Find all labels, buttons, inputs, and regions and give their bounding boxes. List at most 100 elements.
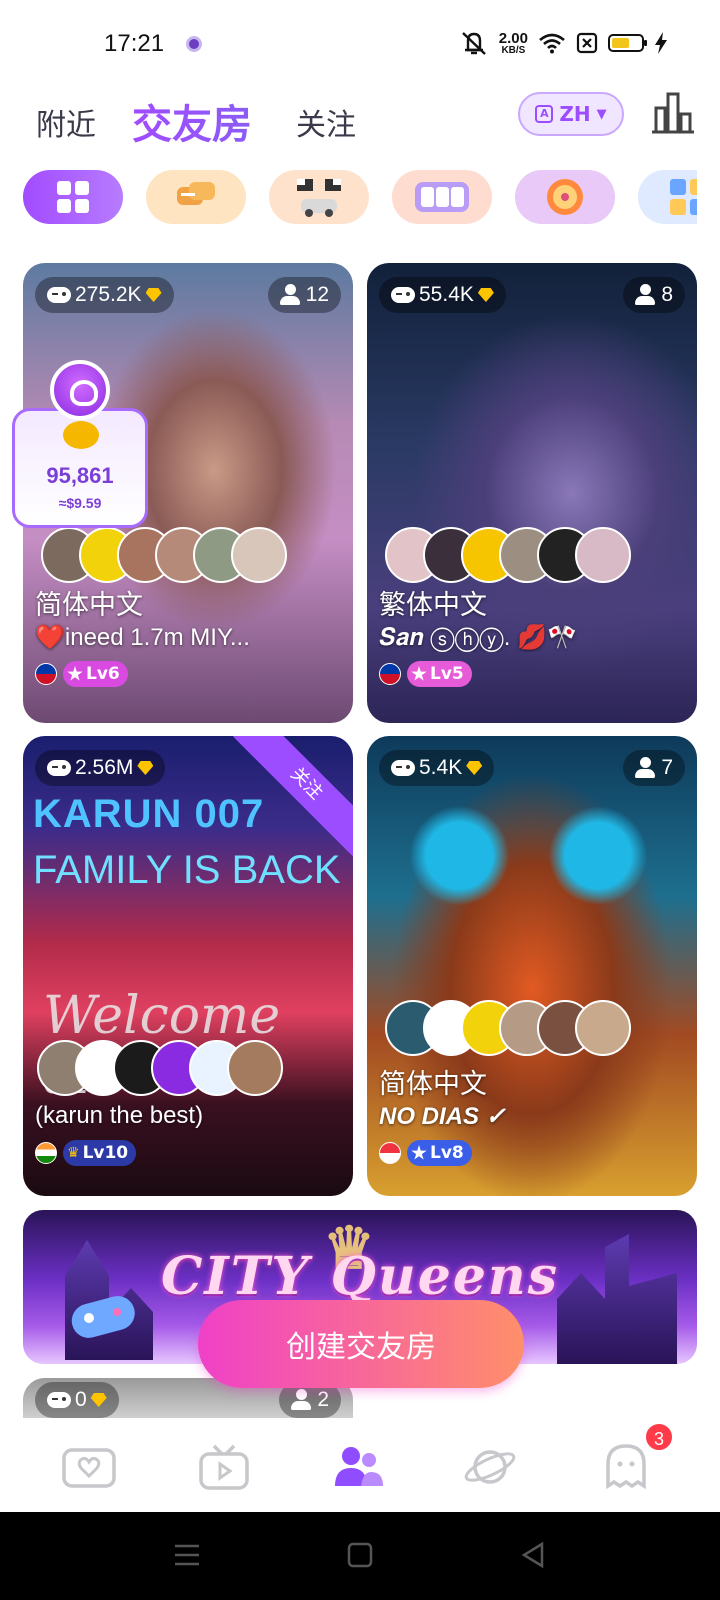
wheel-icon: [547, 179, 583, 215]
level-badge: ♛ Lv10: [63, 1140, 137, 1166]
gamepad-icon: [47, 287, 71, 303]
bottom-nav: [0, 1420, 720, 1512]
room-members: 2: [317, 1388, 329, 1411]
room-score: 2.56M: [75, 756, 134, 779]
room-score: 275.2K: [75, 283, 142, 306]
charging-icon: [655, 32, 667, 54]
avatar: [575, 527, 631, 583]
room-avatars: [37, 1040, 283, 1096]
diamond-icon: [90, 1393, 107, 1407]
room-members-pill: 8: [623, 277, 685, 313]
room-score: 0: [75, 1388, 87, 1411]
gift-widget[interactable]: 95,861 ≈$9.59: [12, 360, 148, 536]
create-room-button[interactable]: 创建交友房: [198, 1300, 524, 1388]
india-flag-icon: [35, 1142, 57, 1164]
diamond-icon: [137, 761, 154, 775]
status-time: 17:21: [104, 30, 165, 57]
back-icon[interactable]: [518, 1540, 548, 1570]
room-title: 𝑺𝒂𝒏 ⓢⓗⓨ. 💋🎌: [379, 624, 577, 651]
room-card[interactable]: KARUN 007 FAMILY IS BACK Welcome all 2.5…: [23, 736, 353, 1196]
no-sim-icon: [576, 32, 598, 54]
mascot-icon: [50, 360, 110, 420]
recents-icon[interactable]: [172, 1540, 202, 1570]
avatar: [231, 527, 287, 583]
users-icon: [291, 1389, 313, 1411]
tab-nearby[interactable]: 附近: [36, 100, 96, 144]
room-members-pill: 12: [267, 277, 341, 313]
category-all[interactable]: [23, 170, 123, 224]
level-label: Lv8: [430, 1143, 464, 1163]
room-title: ❤️ineed 1.7m MIY...: [35, 624, 250, 651]
crown-icon: ♛: [67, 1145, 80, 1161]
slot-icon: [415, 182, 469, 212]
wifi-icon: [539, 33, 565, 54]
avatar: [575, 1000, 631, 1056]
language-button[interactable]: A ZH ▼: [518, 92, 624, 136]
users-icon: [279, 284, 302, 306]
room-score-pill: 275.2K: [35, 277, 174, 313]
diamond-icon: [466, 761, 483, 775]
tab-party-rooms[interactable]: 交友房: [132, 92, 252, 150]
room-card[interactable]: 55.4K 8 繁体中文 𝑺𝒂𝒏 ⓢⓗⓨ. 💋🎌 Lv5: [367, 263, 697, 723]
gamepad-icon: [391, 287, 415, 303]
racing-icon: [297, 179, 341, 217]
avatar: [227, 1040, 283, 1096]
status-bar: 17:21 2.00 KB/S: [0, 0, 720, 88]
messages-icon[interactable]: [598, 1442, 654, 1492]
battery-fill: [612, 38, 629, 48]
room-members: 12: [305, 283, 329, 306]
network-speed-unit: KB/S: [501, 44, 526, 56]
gamepad-icon: [47, 1392, 71, 1408]
messages-badge: 3: [644, 1422, 674, 1452]
room-title: NO DIAS ✓: [379, 1103, 506, 1130]
room-members: 8: [661, 283, 673, 306]
translate-icon: A: [535, 105, 554, 123]
star-icon: [67, 666, 83, 681]
room-score: 5.4K: [419, 756, 463, 779]
bean-icon: [63, 421, 99, 449]
category-racing[interactable]: [269, 170, 369, 224]
category-chat[interactable]: [146, 170, 246, 224]
cover-art-text: FAMILY IS BACK: [33, 848, 341, 892]
level-badge: Lv5: [407, 661, 472, 687]
grid-icon: [57, 181, 89, 213]
level-label: Lv10: [82, 1143, 129, 1163]
status-icons: 2.00 KB/S: [459, 28, 668, 58]
gamepad-icon: [47, 760, 71, 776]
room-card[interactable]: 5.4K 7 简体中文 NO DIAS ✓ Lv8: [367, 736, 697, 1196]
battery-icon: [608, 34, 647, 52]
gamepad-icon: [71, 1296, 135, 1338]
category-slots[interactable]: [392, 170, 492, 224]
room-score-pill: 55.4K: [379, 277, 506, 313]
star-icon: [411, 666, 427, 681]
room-members: 7: [661, 756, 673, 779]
tab-following[interactable]: 关注: [296, 100, 356, 144]
dice-icon: [670, 179, 697, 215]
network-speed-value: 2.00: [498, 29, 528, 47]
notification-dot-icon: [186, 36, 202, 52]
room-avatars: [385, 1000, 631, 1056]
users-icon: [635, 757, 657, 779]
room-meta: Lv5: [379, 661, 472, 687]
party-room-icon[interactable]: [331, 1442, 387, 1492]
singapore-flag-icon: [379, 1142, 401, 1164]
level-label: Lv6: [86, 664, 120, 684]
gift-box: 95,861 ≈$9.59: [12, 408, 148, 528]
video-icon[interactable]: [196, 1442, 252, 1492]
category-chips: [23, 170, 697, 226]
category-dice[interactable]: [638, 170, 697, 224]
room-score-pill: 2.56M: [35, 750, 166, 786]
system-nav-bar: [0, 1512, 720, 1600]
home-icon[interactable]: [346, 1540, 374, 1570]
room-language: 繁体中文: [379, 590, 487, 621]
network-speed: 2.00 KB/S: [499, 31, 528, 56]
top-nav: 附近 交友房 关注 A ZH ▼: [0, 88, 720, 160]
gamepad-icon: [391, 760, 415, 776]
ranking-icon[interactable]: [650, 90, 696, 136]
room-score-pill: 5.4K: [379, 750, 495, 786]
live-icon[interactable]: [61, 1442, 117, 1492]
planet-icon[interactable]: [462, 1442, 518, 1492]
room-cover-image: [367, 263, 697, 723]
level-badge: Lv6: [63, 661, 128, 687]
category-wheel[interactable]: [515, 170, 615, 224]
